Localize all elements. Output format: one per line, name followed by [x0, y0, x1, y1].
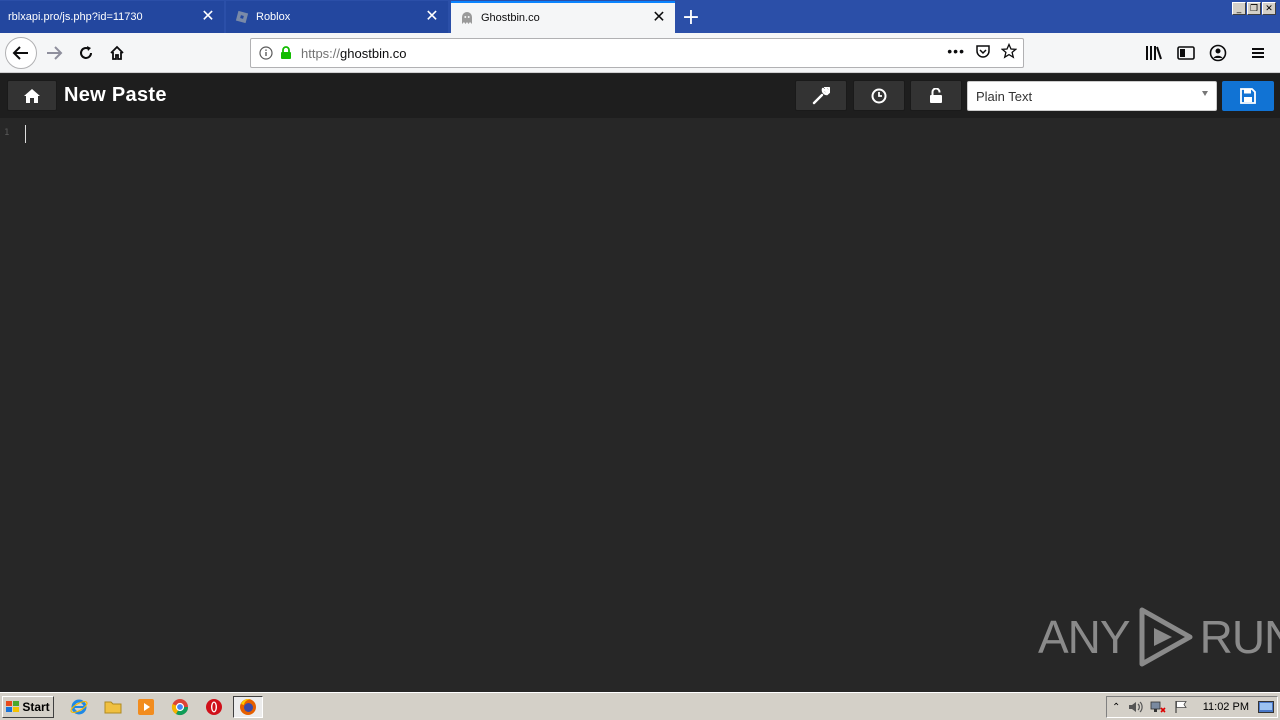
reload-icon — [80, 46, 92, 59]
clock: 11:02 PM — [1202, 701, 1249, 713]
opera-icon[interactable] — [204, 697, 224, 717]
encrypt-button[interactable] — [910, 80, 962, 111]
ghost-icon — [459, 10, 475, 26]
library-button[interactable] — [1142, 39, 1166, 67]
close-icon[interactable]: ✕ — [651, 10, 667, 26]
action-center-flag-icon[interactable] — [1174, 700, 1188, 714]
minimize-icon[interactable]: _ — [1232, 2, 1246, 15]
close-icon[interactable]: ✕ — [424, 9, 440, 25]
home-icon — [24, 88, 40, 103]
text-cursor — [25, 125, 26, 143]
home-icon — [110, 45, 124, 60]
system-tray: ⌃ 11:02 PM — [1106, 696, 1278, 718]
sidebar-icon — [1177, 46, 1195, 60]
new-tab-button[interactable]: + — [678, 4, 704, 30]
arrow-right-icon — [47, 46, 63, 60]
window-controls: _ ❐ ✕ — [1232, 2, 1276, 15]
home-button[interactable] — [7, 80, 57, 111]
back-button[interactable] — [5, 37, 37, 69]
ghostbin-header: New Paste Plain Text — [0, 74, 1280, 118]
tab-rblxapi[interactable]: rblxapi.pro/js.php?id=11730 ✕ — [0, 1, 224, 33]
chrome-icon[interactable] — [170, 697, 190, 717]
tab-title: Roblox — [256, 11, 291, 23]
show-hidden-icons-icon[interactable]: ⌃ — [1112, 702, 1120, 713]
browser-navbar: https://ghostbin.co ••• — [0, 33, 1280, 73]
tab-roblox[interactable]: Roblox ✕ — [226, 1, 448, 33]
arrow-left-icon — [12, 46, 28, 60]
tab-ghostbin[interactable]: Ghostbin.co ✕ — [451, 1, 675, 33]
browser-toolbar-right — [1142, 39, 1270, 67]
firefox-taskbar-button[interactable] — [233, 696, 263, 718]
unlock-icon — [930, 87, 942, 103]
wrench-icon — [812, 86, 830, 104]
lock-icon[interactable] — [279, 46, 293, 60]
paste-editor[interactable]: 1 — [0, 118, 1280, 690]
chevron-down-icon — [1202, 91, 1208, 96]
start-button[interactable]: Start — [2, 696, 54, 718]
tab-title: rblxapi.pro/js.php?id=11730 — [8, 11, 143, 23]
url-bar[interactable]: https://ghostbin.co ••• — [250, 38, 1024, 68]
home-button[interactable] — [103, 39, 131, 67]
volume-icon[interactable] — [1128, 700, 1144, 714]
pocket-icon[interactable] — [975, 43, 991, 59]
language-select[interactable]: Plain Text — [967, 81, 1217, 111]
url-protocol: https:// — [301, 45, 341, 61]
close-icon[interactable]: ✕ — [200, 9, 216, 25]
account-icon — [1209, 44, 1227, 62]
line-number: 1 — [4, 128, 10, 138]
windows-taskbar: Start ⌃ 11:02 PM — [0, 692, 1280, 720]
network-icon[interactable] — [1150, 700, 1166, 714]
floppy-disk-icon — [1240, 88, 1256, 104]
forward-button[interactable] — [40, 39, 68, 67]
roblox-icon — [234, 9, 250, 25]
internet-explorer-icon[interactable] — [69, 697, 89, 717]
save-button[interactable] — [1222, 81, 1274, 111]
start-label: Start — [22, 700, 50, 714]
tab-title: Ghostbin.co — [481, 12, 540, 24]
page-title: New Paste — [64, 84, 167, 106]
menu-button[interactable] — [1246, 39, 1270, 67]
close-window-icon[interactable]: ✕ — [1262, 2, 1276, 15]
clock-icon — [871, 88, 887, 103]
account-button[interactable] — [1206, 39, 1230, 67]
play-logo-icon — [1139, 607, 1193, 667]
file-explorer-icon[interactable] — [103, 697, 123, 717]
url-host: ghostbin.co — [340, 45, 407, 61]
more-actions-icon[interactable]: ••• — [947, 43, 965, 59]
restore-icon[interactable]: ❐ — [1247, 2, 1261, 15]
firefox-icon — [240, 699, 256, 715]
language-selected: Plain Text — [976, 88, 1033, 104]
options-button[interactable] — [795, 80, 847, 111]
hamburger-icon — [1252, 48, 1264, 58]
windows-logo-icon — [6, 701, 20, 712]
sidebar-button[interactable] — [1174, 39, 1198, 67]
watermark-left: ANY — [1038, 611, 1131, 663]
info-icon[interactable] — [259, 46, 273, 60]
watermark-right: RUN — [1199, 611, 1280, 663]
bookmark-star-icon[interactable] — [1001, 43, 1017, 59]
browser-tabstrip: rblxapi.pro/js.php?id=11730 ✕ Roblox ✕ G… — [0, 0, 1280, 33]
show-desktop-icon[interactable] — [1258, 701, 1274, 713]
reload-button[interactable] — [72, 39, 100, 67]
media-player-icon[interactable] — [136, 697, 156, 717]
expiration-button[interactable] — [853, 80, 905, 111]
anyrun-watermark: ANY RUN — [1038, 606, 1280, 668]
library-icon — [1146, 46, 1162, 60]
